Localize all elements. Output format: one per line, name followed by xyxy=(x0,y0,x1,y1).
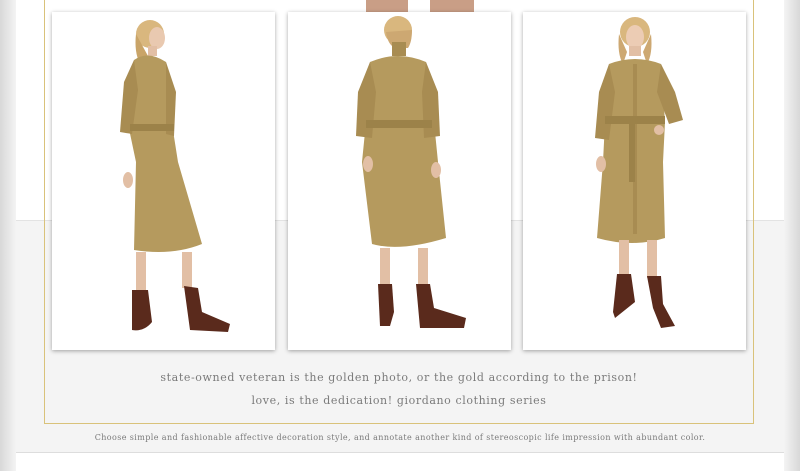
product-detail-section: state-owned veteran is the golden photo,… xyxy=(0,0,800,471)
caption-line-2: love, is the dedication! giordano clothi… xyxy=(251,394,547,407)
next-section-band xyxy=(16,452,784,471)
product-photo-front[interactable] xyxy=(523,12,746,350)
model-side-icon xyxy=(120,20,230,332)
caption-line-1: state-owned veteran is the golden photo,… xyxy=(160,371,638,384)
model-front-icon xyxy=(595,17,683,328)
footer-note: Choose simple and fashionable affective … xyxy=(94,433,706,442)
model-back-icon xyxy=(356,16,466,328)
product-photo-back[interactable] xyxy=(288,12,511,350)
product-photo-side[interactable] xyxy=(52,12,275,350)
